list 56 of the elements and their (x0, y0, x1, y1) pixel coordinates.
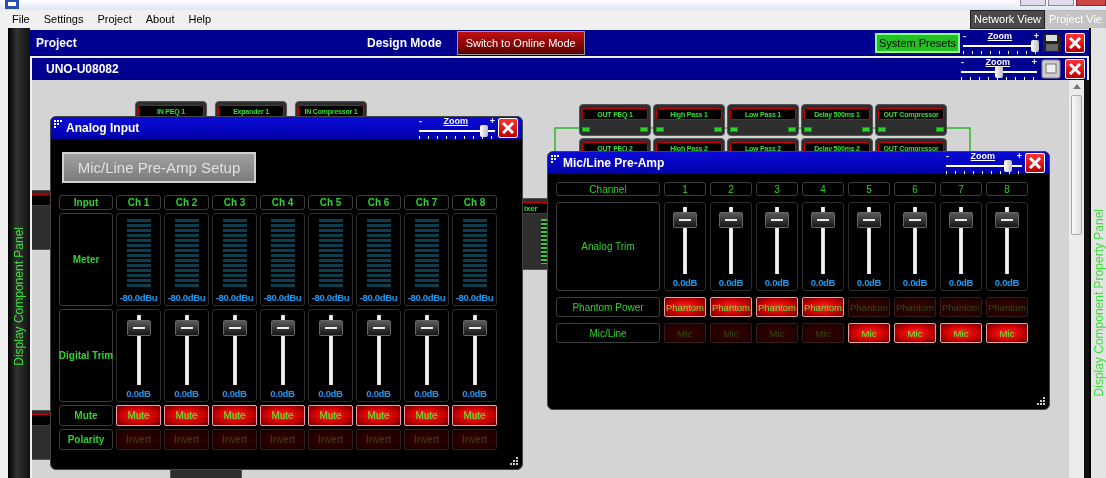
channel-header: Ch 6 (356, 195, 401, 210)
device-title: UNO-U08082 (46, 62, 119, 76)
meter-reading: -80.0dBu (119, 292, 158, 303)
meter-reading: -80.0dBu (167, 292, 206, 303)
trim-reading: 0.0dB (174, 388, 199, 399)
panel-title: Display Component Panel (12, 227, 26, 366)
trim-reading: 0.0dB (462, 388, 487, 399)
trim-reading: 0.0dB (948, 277, 974, 288)
trim-reading: 0.0dB (672, 277, 698, 288)
trim-reading: 0.0dB (222, 388, 247, 399)
channel-header: 8 (986, 182, 1028, 196)
mode-label: Design Mode (367, 35, 442, 50)
meter-reading: -80.0dBu (215, 292, 254, 303)
channel-header: Ch 8 (452, 195, 497, 210)
channel-header: 3 (756, 182, 798, 196)
trim-reading: 0.0dB (718, 277, 744, 288)
row-label: Mute (59, 405, 113, 426)
row-label: Input (59, 195, 113, 210)
row-label: Polarity (59, 429, 113, 450)
row-label: Meter (59, 213, 113, 306)
meter-reading: -80.0dBu (263, 292, 302, 303)
channel-header: 7 (940, 182, 982, 196)
trim-reading: 0.0dB (318, 388, 343, 399)
channel-header: Ch 4 (260, 195, 305, 210)
row-label: Analog Trim (556, 202, 660, 291)
trim-reading: 0.0dB (764, 277, 790, 288)
channel-header: 4 (802, 182, 844, 196)
trim-reading: 0.0dB (126, 388, 151, 399)
panel-title: Display Component Property Panel (1091, 208, 1106, 396)
meter-reading: -80.0dBu (407, 292, 446, 303)
channel-header: Ch 7 (404, 195, 449, 210)
row-label: Digital Trim (59, 309, 113, 402)
channel-header: 5 (848, 182, 890, 196)
channel-header: 2 (710, 182, 752, 196)
meter-reading: -80.0dBu (359, 292, 398, 303)
row-label: Channel (556, 182, 660, 196)
row-label: Mic/Line (556, 323, 660, 343)
channel-header: 6 (894, 182, 936, 196)
trim-reading: 0.0dB (994, 277, 1020, 288)
channel-header: Ch 5 (308, 195, 353, 210)
window-title: Mic/Line Pre-Amp (563, 156, 665, 170)
channel-header: 1 (664, 182, 706, 196)
row-label: Phantom Power (556, 297, 660, 317)
channel-header: Ch 3 (212, 195, 257, 210)
project-title: Project (36, 35, 77, 50)
channel-header: Ch 2 (164, 195, 209, 210)
meter-reading: -80.0dBu (455, 292, 494, 303)
channel-header: Ch 1 (116, 195, 161, 210)
trim-reading: 0.0dB (856, 277, 882, 288)
trim-reading: 0.0dB (414, 388, 439, 399)
trim-reading: 0.0dB (902, 277, 928, 288)
trim-reading: 0.0dB (810, 277, 836, 288)
trim-reading: 0.0dB (270, 388, 295, 399)
trim-reading: 0.0dB (366, 388, 391, 399)
window-title: Analog Input (66, 121, 140, 135)
meter-reading: -80.0dBu (311, 292, 350, 303)
